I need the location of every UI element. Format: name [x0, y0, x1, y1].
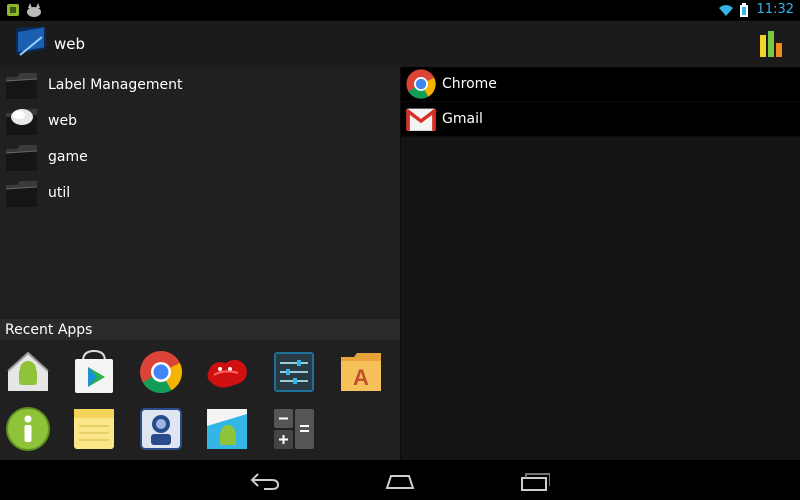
stats-icon[interactable]: [758, 29, 788, 59]
page-title: web: [54, 35, 86, 53]
notification-icons: [6, 3, 42, 17]
label-item-web[interactable]: web: [0, 103, 400, 139]
status-bar: 11:32: [0, 0, 800, 21]
notification-android-icon: [7, 4, 19, 16]
folder-icon: [5, 73, 38, 99]
wifi-icon: [719, 5, 733, 16]
jellybean-icon[interactable]: [204, 349, 250, 395]
label-name: util: [48, 185, 71, 201]
settings-icon[interactable]: [271, 349, 317, 395]
system-icons: [718, 3, 750, 17]
notes-icon[interactable]: [71, 406, 117, 452]
file-manager-icon[interactable]: A: [338, 349, 384, 395]
app-name: Gmail: [442, 111, 483, 127]
app-list-panel: Chrome Gmail: [401, 67, 800, 460]
recent-apps-title: Recent Apps: [5, 322, 93, 338]
label-item-game[interactable]: game: [0, 139, 400, 175]
camera-app-icon[interactable]: [138, 406, 184, 452]
label-panel: Label Management web game util Recent Ap…: [0, 67, 401, 460]
label-name: game: [48, 149, 88, 165]
chrome-icon: [406, 69, 436, 99]
navigation-bar: [0, 460, 800, 500]
label-name: web: [48, 113, 77, 129]
back-icon[interactable]: [250, 468, 280, 492]
home-android-icon[interactable]: [5, 349, 51, 395]
app-logo-icon[interactable]: [12, 27, 48, 61]
clock: 11:32: [756, 2, 794, 17]
battery-icon: [740, 3, 748, 17]
android-app-icon[interactable]: [204, 406, 250, 452]
svg-text:A: A: [353, 365, 369, 390]
chrome-icon[interactable]: [138, 349, 184, 395]
recent-apps-header: Recent Apps: [0, 319, 400, 340]
label-item-util[interactable]: util: [0, 175, 400, 211]
folder-icon: [5, 181, 38, 207]
app-item-gmail[interactable]: Gmail: [401, 102, 800, 137]
app-item-chrome[interactable]: Chrome: [401, 67, 800, 102]
label-item-management[interactable]: Label Management: [0, 67, 400, 103]
label-name: Label Management: [48, 77, 183, 93]
recent-apps-icon[interactable]: [520, 468, 550, 492]
web-folder-icon: [6, 109, 37, 135]
play-store-icon[interactable]: [71, 349, 117, 395]
app-name: Chrome: [442, 76, 497, 92]
home-icon[interactable]: [385, 468, 415, 492]
folder-icon: [5, 145, 38, 171]
notification-cat-icon: [27, 3, 41, 17]
action-bar: web: [0, 21, 800, 67]
calculator-icon[interactable]: [271, 406, 317, 452]
gmail-icon: [405, 108, 437, 131]
info-icon[interactable]: [5, 406, 51, 452]
